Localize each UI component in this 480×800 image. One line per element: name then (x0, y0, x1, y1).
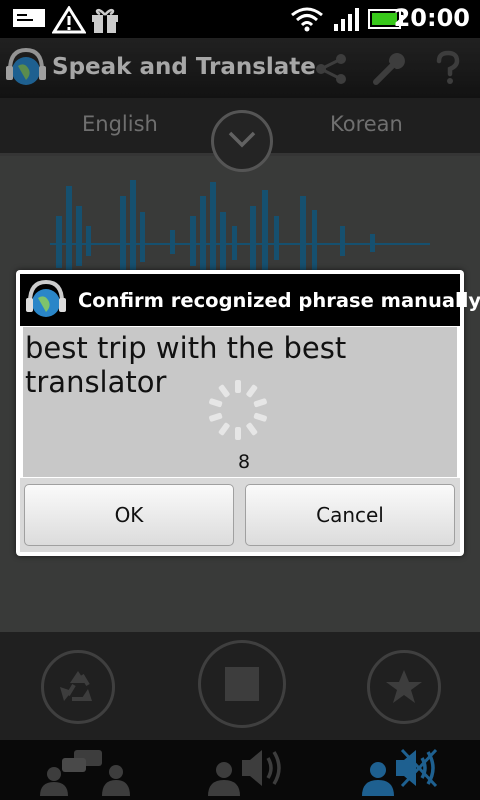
app-logo-icon (26, 279, 66, 317)
ok-button[interactable]: OK (24, 484, 234, 546)
countdown: 8 (238, 451, 251, 473)
dialog-title: Confirm recognized phrase manually (78, 289, 480, 312)
cancel-button[interactable]: Cancel (245, 484, 455, 546)
confirm-dialog: Confirm recognized phrase manually best … (16, 270, 480, 556)
loading-spinner-icon (209, 380, 267, 440)
signal-icon (334, 8, 359, 31)
wifi-icon (291, 7, 323, 32)
gift-icon (92, 8, 118, 33)
warning-icon (52, 6, 86, 34)
status-bar: 20:00 (0, 0, 480, 38)
dialog-body: best trip with the best translator 8 (23, 327, 457, 477)
message-icon (13, 9, 45, 27)
dialog-header: Confirm recognized phrase manually (20, 274, 480, 326)
dialog-buttons: OK Cancel (20, 478, 460, 552)
clock: 20:00 (393, 4, 470, 32)
